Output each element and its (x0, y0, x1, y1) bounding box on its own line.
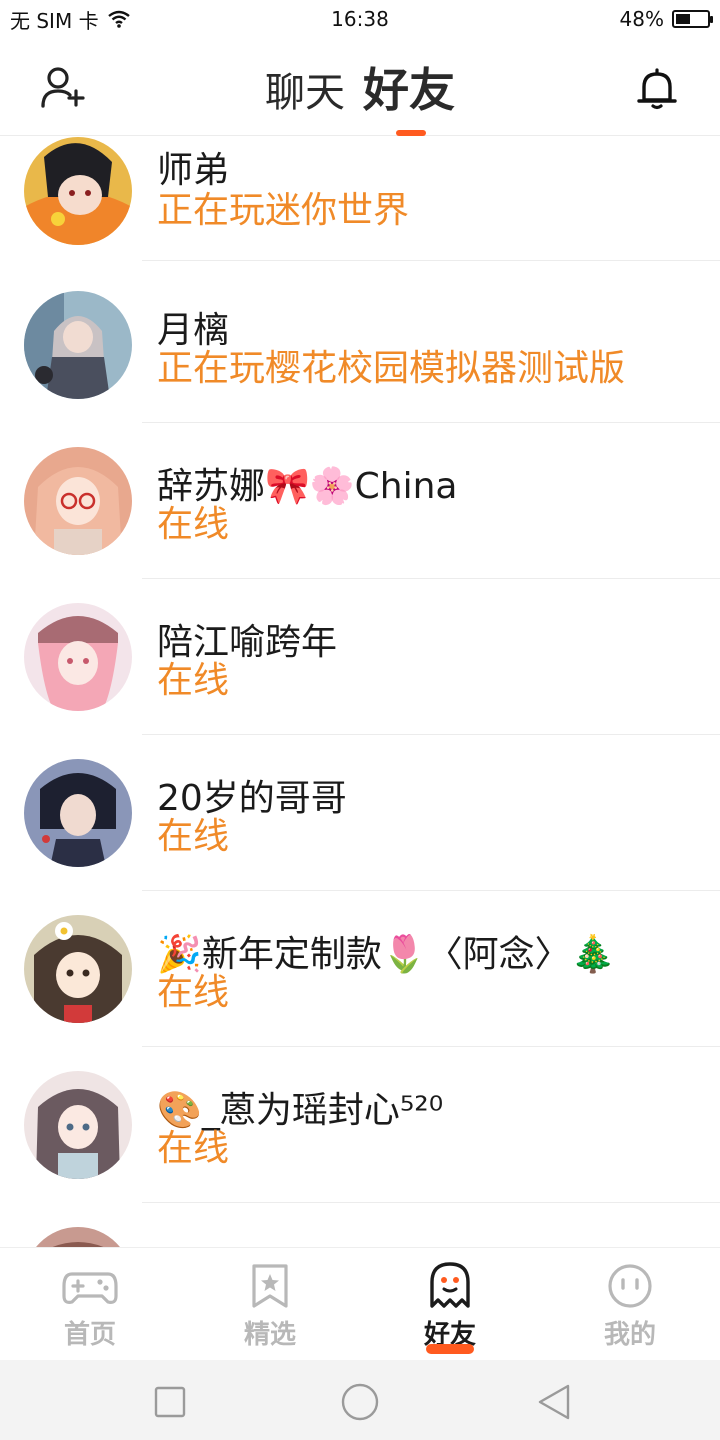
friend-avatar[interactable] (24, 137, 132, 245)
system-nav-bar (0, 1360, 720, 1440)
friend-row[interactable]: 🎨_蒽为瑶封心⁵²⁰ 在线 (0, 1047, 720, 1203)
friend-status: 正在玩迷你世界 (157, 190, 410, 231)
friend-avatar[interactable] (24, 291, 132, 399)
circle-home-icon[interactable] (340, 1382, 380, 1422)
bell-icon[interactable] (632, 64, 682, 114)
friend-row[interactable]: 🎉新年定制款🌷〈阿念〉🎄 在线 (0, 891, 720, 1047)
friend-name: 🎨_蒽为瑶封心⁵²⁰ (157, 1090, 444, 1131)
tab-friends[interactable]: 好友 (363, 54, 455, 120)
active-tab-indicator (396, 130, 426, 136)
friend-name: 陪江喻跨年 (157, 622, 338, 663)
friend-name: 辞苏娜🎀🌸China (157, 466, 458, 507)
tab-home-label: 首页 (63, 1320, 116, 1350)
tab-active-underline (426, 1344, 474, 1354)
battery-level (676, 14, 690, 24)
friend-status: 在线 (157, 972, 230, 1013)
tab-friends-bottom[interactable]: 好友 (360, 1248, 540, 1361)
friend-avatar[interactable] (24, 1227, 132, 1247)
friend-list: 师弟 正在玩迷你世界 月樆 正在玩樱花校园模拟器测试版 辞苏娜🎀🌸China 在… (0, 137, 720, 1247)
friend-status: 在线 (157, 660, 230, 701)
star-bookmark-icon (252, 1264, 288, 1308)
friend-status: 在线 (157, 504, 230, 545)
friend-row[interactable] (0, 1203, 720, 1247)
friend-row[interactable]: 辞苏娜🎀🌸China 在线 (0, 423, 720, 579)
header-tabs: 聊天 好友 (0, 54, 720, 120)
friend-avatar[interactable] (24, 447, 132, 555)
friend-status: 正在玩樱花校园模拟器测试版 (157, 348, 626, 389)
tab-home[interactable]: 首页 (0, 1248, 180, 1361)
friend-row[interactable]: 20岁的哥哥 在线 (0, 735, 720, 891)
face-icon (608, 1264, 652, 1308)
status-time: 16:38 (331, 7, 389, 31)
friend-avatar[interactable] (24, 1071, 132, 1179)
status-bar: 无 SIM 卡 16:38 48% (0, 0, 720, 38)
friend-avatar[interactable] (24, 915, 132, 1023)
friend-name: 20岁的哥哥 (157, 778, 347, 819)
triangle-back-icon[interactable] (534, 1382, 574, 1422)
tab-chat[interactable]: 聊天 (265, 60, 345, 118)
friend-row[interactable]: 月樆 正在玩樱花校园模拟器测试版 (0, 267, 720, 423)
tab-me[interactable]: 我的 (540, 1248, 720, 1361)
friend-avatar[interactable] (24, 759, 132, 867)
battery-icon (672, 10, 713, 28)
bottom-tab-bar: 首页 精选 好友 我的 (0, 1247, 720, 1360)
tab-featured[interactable]: 精选 (180, 1248, 360, 1361)
friend-avatar[interactable] (24, 603, 132, 711)
friend-name: 师弟 (157, 150, 230, 191)
tab-me-label: 我的 (603, 1320, 656, 1350)
square-recents-icon[interactable] (150, 1382, 190, 1422)
row-divider (142, 260, 720, 261)
tab-featured-label: 精选 (243, 1320, 296, 1350)
friend-status: 在线 (157, 1128, 230, 1169)
friend-name: 月樆 (157, 310, 230, 351)
friend-row[interactable]: 陪江喻跨年 在线 (0, 579, 720, 735)
gamepad-icon (62, 1272, 118, 1304)
friend-name: 🎉新年定制款🌷〈阿念〉🎄 (157, 934, 616, 975)
top-header: 聊天 好友 (0, 38, 720, 136)
friend-status: 在线 (157, 816, 230, 857)
ghost-icon (430, 1262, 470, 1308)
friend-row[interactable]: 师弟 正在玩迷你世界 (0, 137, 720, 261)
